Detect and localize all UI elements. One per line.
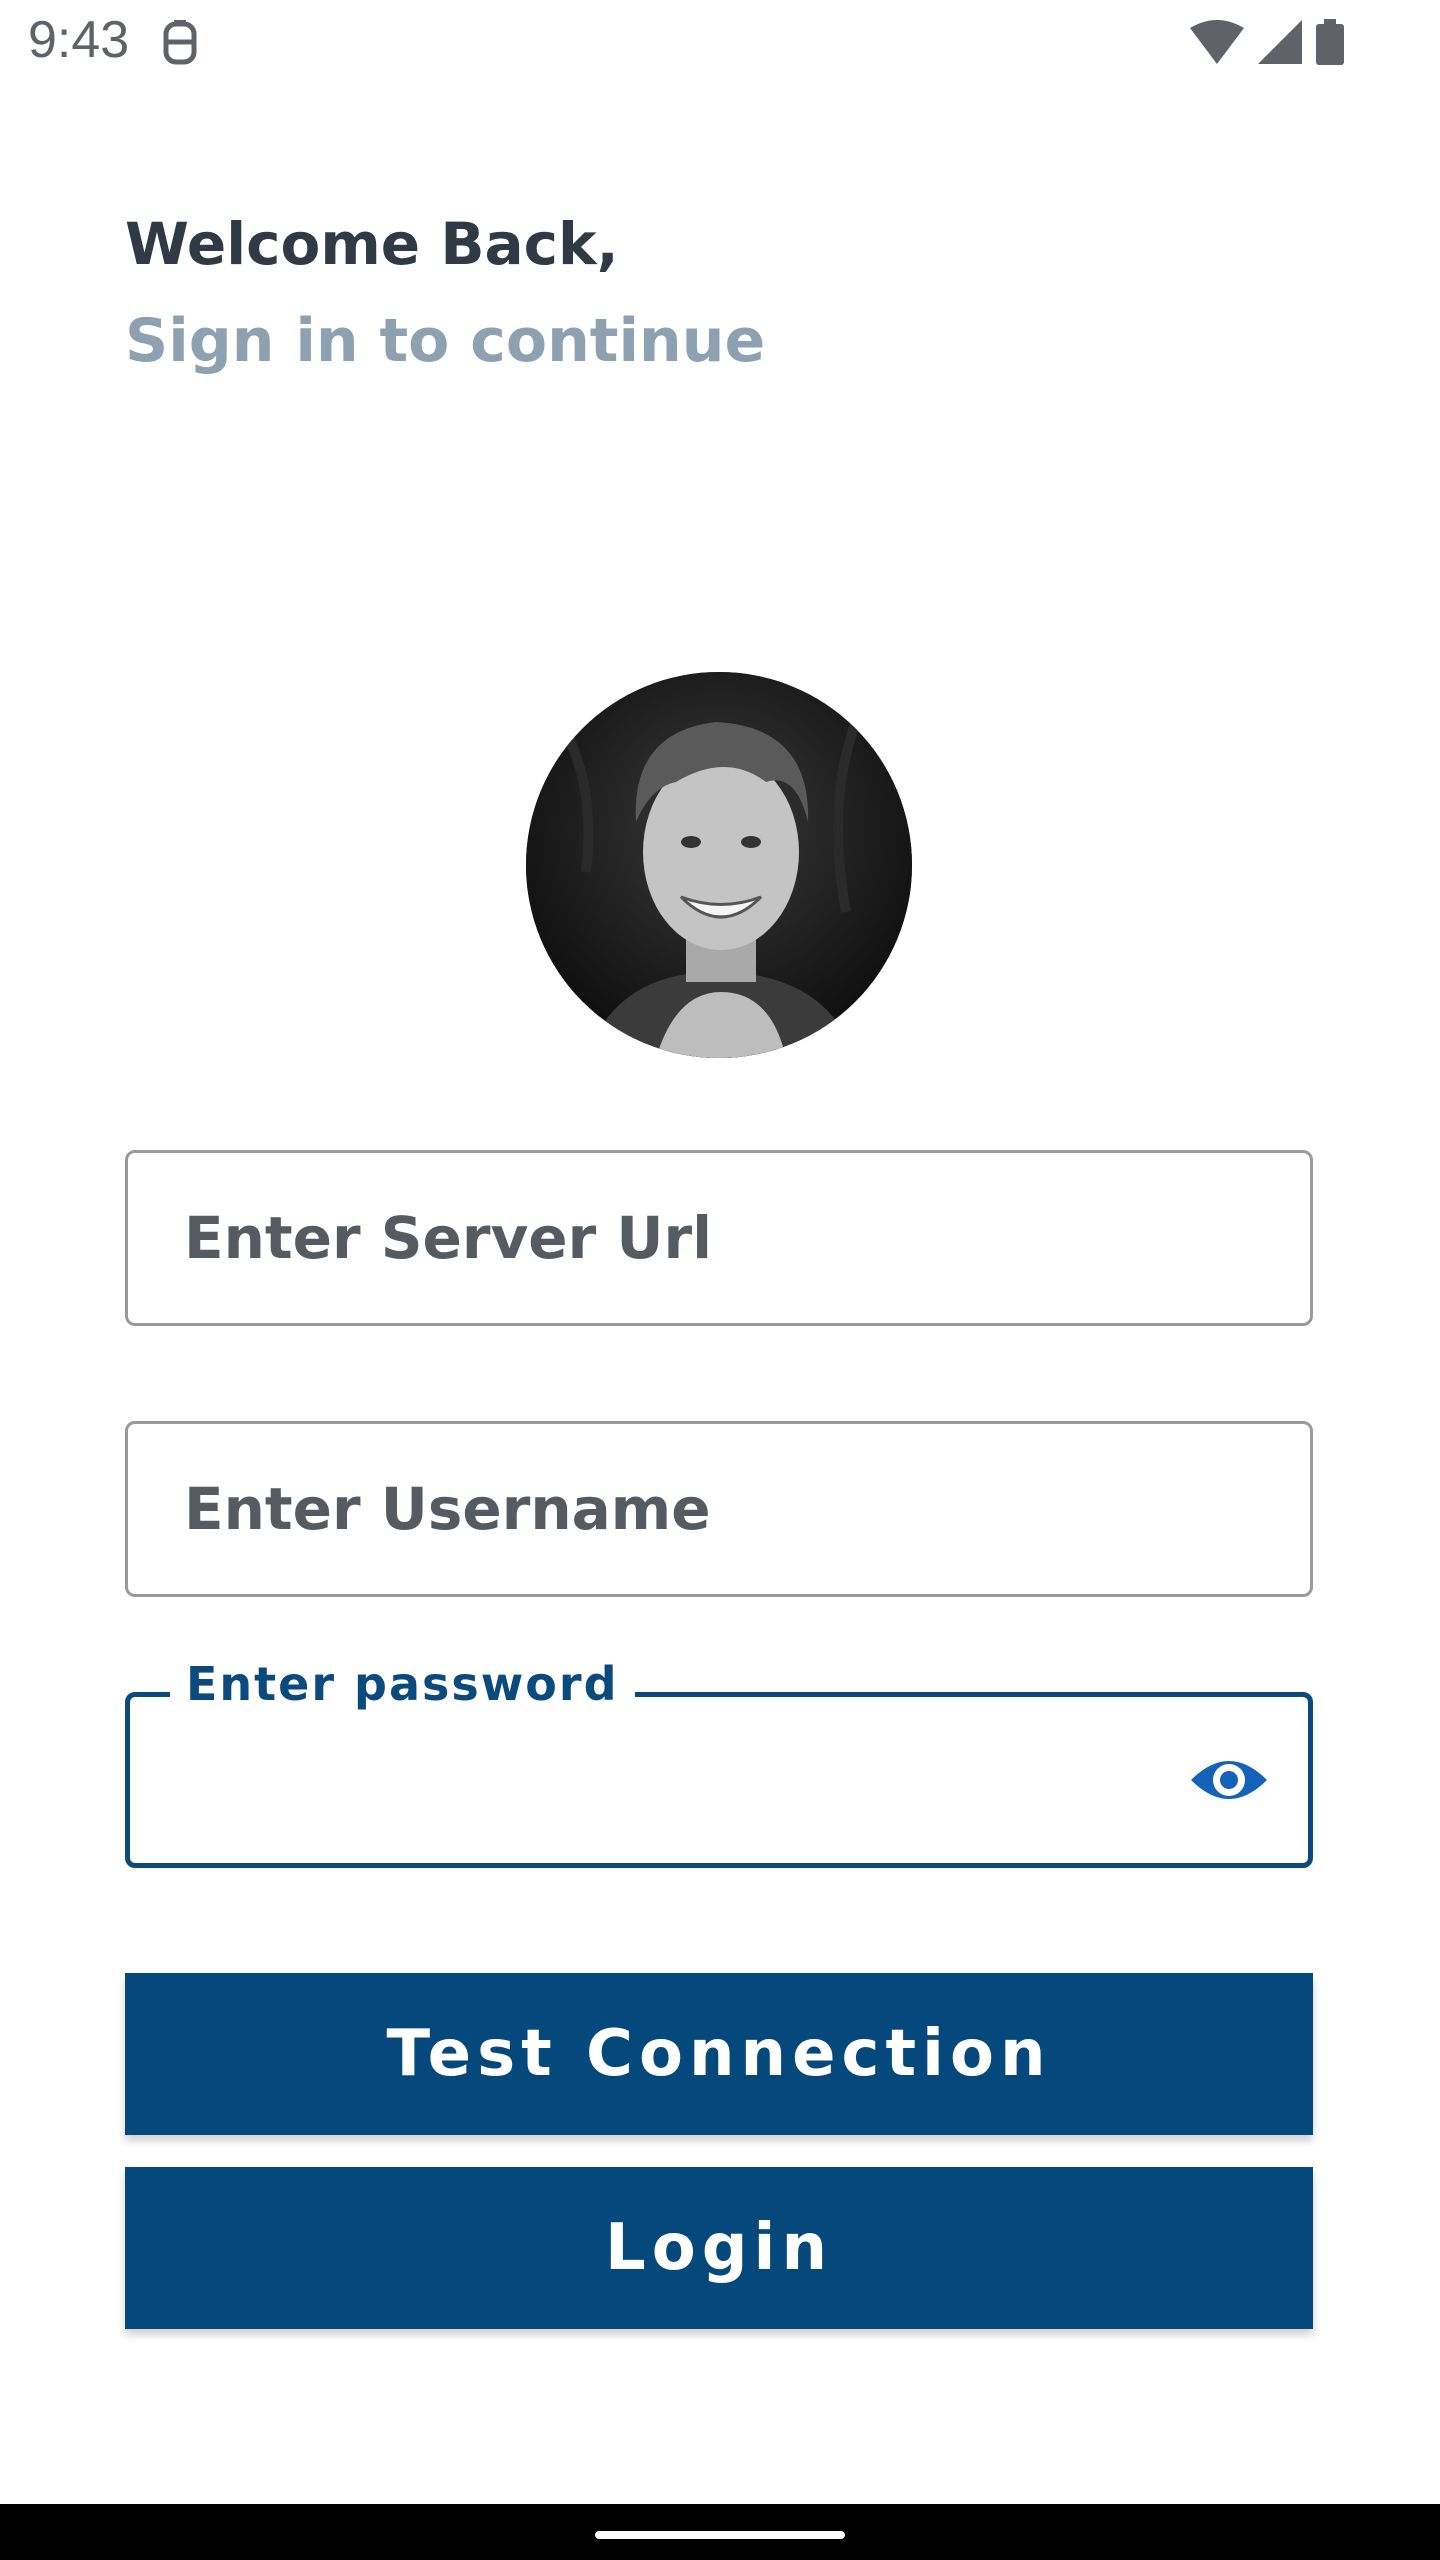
server-url-field[interactable]: Enter Server Url [125, 1150, 1313, 1326]
status-time: 9:43 [28, 11, 130, 69]
password-field[interactable]: Enter password [125, 1657, 1313, 1868]
test-connection-button[interactable]: Test Connection [125, 1973, 1313, 2135]
sign-in-subtitle: Sign in to continue [125, 306, 766, 376]
password-label: Enter password [170, 1657, 635, 1711]
cellular-signal-icon [1258, 20, 1302, 64]
navigation-bar [0, 2504, 1440, 2560]
app-notification-icon [160, 17, 200, 66]
eye-icon[interactable] [1186, 1737, 1272, 1823]
login-button[interactable]: Login [125, 2167, 1313, 2329]
username-placeholder: Enter Username [184, 1475, 711, 1543]
battery-icon [1316, 19, 1344, 65]
welcome-title: Welcome Back, [125, 210, 619, 278]
wifi-icon [1190, 20, 1244, 64]
home-indicator[interactable] [595, 2531, 845, 2539]
profile-avatar [526, 672, 912, 1058]
username-field[interactable]: Enter Username [125, 1421, 1313, 1597]
status-bar: 9:43 [0, 0, 1440, 84]
server-url-placeholder: Enter Server Url [184, 1204, 713, 1272]
